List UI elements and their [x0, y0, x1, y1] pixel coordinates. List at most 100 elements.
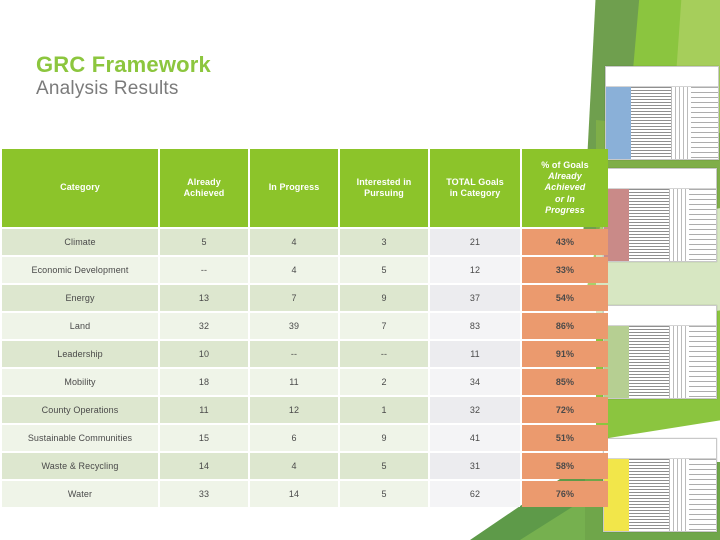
cell-percent: 72% — [522, 397, 608, 423]
bright-green-wedge — [596, 307, 720, 440]
header-text-line2: Already — [548, 171, 582, 182]
green-panel-mid — [619, 0, 692, 220]
pale-green-wedge — [596, 205, 720, 350]
cell-achieved: 5 — [160, 229, 248, 255]
cell-category: County Operations — [2, 397, 158, 423]
cell-category: Waste & Recycling — [2, 453, 158, 479]
table-header-row: Category Already Achieved In Progress In… — [2, 149, 608, 227]
cell-interested: 5 — [340, 453, 428, 479]
cell-category: Mobility — [2, 369, 158, 395]
cell-percent: 43% — [522, 229, 608, 255]
table-row: Waste & Recycling 14 4 5 31 58% — [2, 453, 608, 479]
thumbnail-body — [604, 326, 716, 398]
cell-total: 41 — [430, 425, 520, 451]
column-header-total-goals: TOTAL Goals in Category — [430, 149, 520, 227]
cell-interested: 7 — [340, 313, 428, 339]
thumbnail-text-lines — [628, 189, 669, 261]
cell-total: 12 — [430, 257, 520, 283]
cell-total: 37 — [430, 285, 520, 311]
table-row: County Operations 11 12 1 32 72% — [2, 397, 608, 423]
cell-interested: 2 — [340, 369, 428, 395]
thumbnail-grid — [670, 87, 692, 159]
thumbnail-header — [604, 169, 716, 190]
cell-percent: 86% — [522, 313, 608, 339]
cell-category: Land — [2, 313, 158, 339]
cell-interested: 5 — [340, 257, 428, 283]
cell-percent: 33% — [522, 257, 608, 283]
cell-in-progress: 14 — [250, 481, 338, 507]
thumbnail-notes — [689, 459, 716, 531]
cell-achieved: 32 — [160, 313, 248, 339]
thumbnail-header — [604, 439, 716, 460]
table-body: Climate 5 4 3 21 43% Economic Development -- 4 5 1… — [2, 229, 608, 507]
grc-results-table: Category Already Achieved In Progress In… — [0, 147, 610, 509]
slide-title: GRC Framework Analysis Results — [36, 52, 211, 100]
column-header-in-progress: In Progress — [250, 149, 338, 227]
thumbnail-text-lines — [628, 459, 669, 531]
cell-percent: 54% — [522, 285, 608, 311]
header-text: In Progress — [268, 182, 320, 193]
cell-in-progress: 6 — [250, 425, 338, 451]
header-text-line1: Interested in — [356, 176, 412, 187]
document-thumbnail-yellow — [603, 438, 717, 532]
green-panel-light — [666, 0, 720, 205]
document-thumbnail-red — [603, 168, 717, 262]
cell-achieved: 14 — [160, 453, 248, 479]
cell-category: Water — [2, 481, 158, 507]
thumbnail-grid — [668, 326, 690, 398]
document-thumbnail-blue — [605, 66, 719, 160]
cell-category: Energy — [2, 285, 158, 311]
header-text-line4: or In — [555, 193, 575, 204]
thumbnail-grid — [668, 459, 690, 531]
header-text-line2: Pursuing — [364, 188, 404, 198]
cell-total: 31 — [430, 453, 520, 479]
header-text-line1: TOTAL Goals — [446, 176, 504, 187]
cell-in-progress: 4 — [250, 257, 338, 283]
cell-percent: 58% — [522, 453, 608, 479]
cell-category: Leadership — [2, 341, 158, 367]
thumbnail-header — [606, 67, 718, 88]
cell-total: 11 — [430, 341, 520, 367]
table-row: Mobility 18 11 2 34 85% — [2, 369, 608, 395]
thumbnail-text-lines — [628, 326, 669, 398]
column-header-category: Category — [2, 149, 158, 227]
document-thumbnail-green — [603, 305, 717, 399]
cell-interested: 5 — [340, 481, 428, 507]
cell-interested: 9 — [340, 285, 428, 311]
cell-in-progress: 7 — [250, 285, 338, 311]
cell-achieved: 15 — [160, 425, 248, 451]
results-table-container: Category Already Achieved In Progress In… — [0, 147, 608, 509]
cell-total: 83 — [430, 313, 520, 339]
cell-achieved: 10 — [160, 341, 248, 367]
title-line-secondary: Analysis Results — [36, 77, 179, 99]
header-text-line2: in Category — [449, 188, 501, 198]
cell-category: Economic Development — [2, 257, 158, 283]
cell-in-progress: -- — [250, 341, 338, 367]
header-text-line1: % of Goals — [541, 159, 589, 170]
header-text-line3: Achieved — [544, 182, 586, 193]
cell-in-progress: 4 — [250, 229, 338, 255]
thumbnail-body — [604, 189, 716, 261]
thumbnail-body — [606, 87, 718, 159]
table-row: Land 32 39 7 83 86% — [2, 313, 608, 339]
cell-achieved: -- — [160, 257, 248, 283]
table-row: Energy 13 7 9 37 54% — [2, 285, 608, 311]
green-panel-lower — [596, 120, 720, 274]
table-head: Category Already Achieved In Progress In… — [2, 149, 608, 227]
cell-category: Climate — [2, 229, 158, 255]
cell-percent: 76% — [522, 481, 608, 507]
cell-total: 34 — [430, 369, 520, 395]
cell-total: 62 — [430, 481, 520, 507]
cell-interested: 3 — [340, 229, 428, 255]
cell-achieved: 18 — [160, 369, 248, 395]
thumbnail-text-lines — [630, 87, 671, 159]
thumbnail-notes — [689, 326, 716, 398]
cell-percent: 85% — [522, 369, 608, 395]
cell-in-progress: 11 — [250, 369, 338, 395]
table-row: Sustainable Communities 15 6 9 41 51% — [2, 425, 608, 451]
title-line-primary: GRC Framework — [36, 52, 211, 77]
cell-achieved: 13 — [160, 285, 248, 311]
table-row: Water 33 14 5 62 76% — [2, 481, 608, 507]
table-row: Economic Development -- 4 5 12 33% — [2, 257, 608, 283]
column-header-percent-goals: % of Goals Already Achieved or In Progre… — [522, 149, 608, 227]
